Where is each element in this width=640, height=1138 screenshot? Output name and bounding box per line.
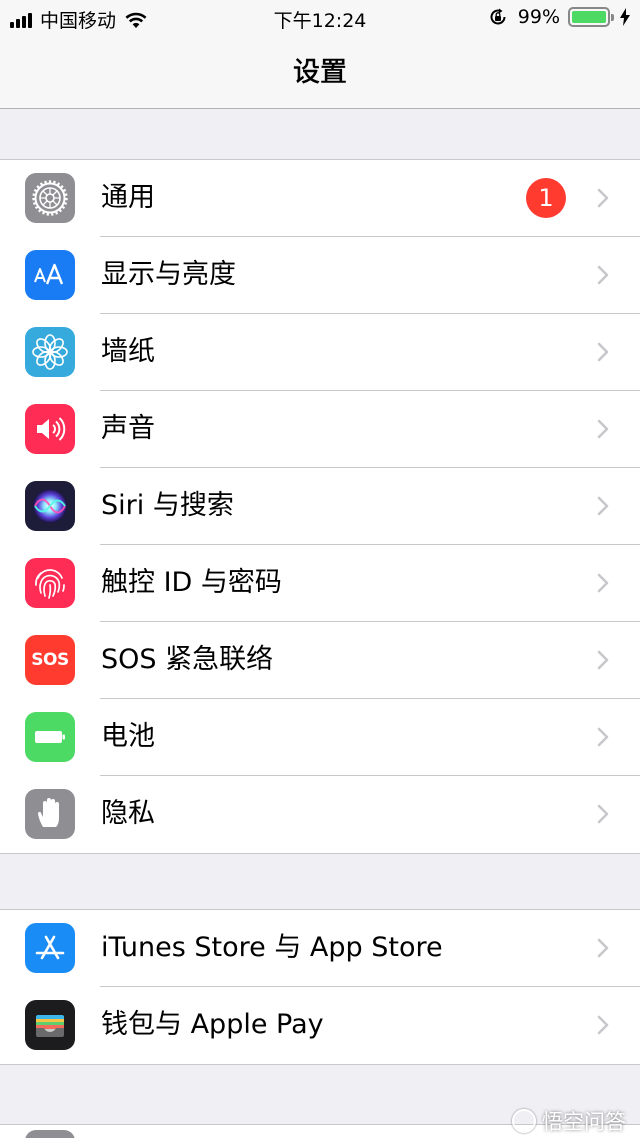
watermark-logo-icon xyxy=(512,1109,536,1133)
chevron-right-icon xyxy=(597,342,609,362)
chevron-right-icon xyxy=(597,938,609,958)
notification-badge: 1 xyxy=(526,178,566,218)
settings-group-stores: iTunes Store 与 App Store 钱包与 Apple Pay xyxy=(0,909,640,1065)
settings-row-wallet-apple-pay[interactable]: 钱包与 Apple Pay xyxy=(0,987,640,1064)
chevron-right-icon xyxy=(597,573,609,593)
sos-icon: SOS xyxy=(25,635,75,685)
watermark: 悟空问答 xyxy=(512,1106,626,1136)
chevron-right-icon xyxy=(597,496,609,516)
fingerprint-icon xyxy=(25,558,75,608)
battery-icon xyxy=(25,712,75,762)
settings-group-system: 通用 1 显示与亮度 墙纸 声音 Siri 与搜索 触控 ID 与密码 SOS … xyxy=(0,159,640,854)
row-label: 通用 xyxy=(101,182,155,213)
row-label: 隐私 xyxy=(101,798,155,829)
settings-row-sounds[interactable]: 声音 xyxy=(0,391,640,468)
wallet-icon xyxy=(25,1000,75,1050)
row-label: 电池 xyxy=(101,721,155,752)
flower-icon xyxy=(25,327,75,377)
settings-row-siri-search[interactable]: Siri 与搜索 xyxy=(0,468,640,545)
chevron-right-icon xyxy=(597,1015,609,1035)
row-label: 墙纸 xyxy=(101,336,155,367)
settings-row-itunes-app-store[interactable]: iTunes Store 与 App Store xyxy=(0,910,640,987)
settings-row-touch-id-passcode[interactable]: 触控 ID 与密码 xyxy=(0,545,640,622)
settings-row-display-brightness[interactable]: 显示与亮度 xyxy=(0,237,640,314)
row-label: 声音 xyxy=(101,413,155,444)
app-store-icon xyxy=(25,923,75,973)
row-label: 触控 ID 与密码 xyxy=(101,567,282,598)
row-label: iTunes Store 与 App Store xyxy=(101,932,443,963)
settings-row-privacy[interactable]: 隐私 xyxy=(0,776,640,853)
chevron-right-icon xyxy=(597,419,609,439)
chevron-right-icon xyxy=(597,804,609,824)
row-label: 显示与亮度 xyxy=(101,259,236,290)
settings-row-general[interactable]: 通用 1 xyxy=(0,160,640,237)
chevron-right-icon xyxy=(597,188,609,208)
battery-icon xyxy=(568,7,614,27)
chevron-right-icon xyxy=(597,727,609,747)
navigation-bar: 设置 xyxy=(0,36,640,109)
settings-row-emergency-sos[interactable]: SOS SOS 紧急联络 xyxy=(0,622,640,699)
battery-percent: 99% xyxy=(517,6,560,28)
siri-icon xyxy=(25,481,75,531)
row-label: SOS 紧急联络 xyxy=(101,644,274,675)
speaker-icon xyxy=(25,404,75,454)
charging-icon xyxy=(620,8,630,26)
row-label: Siri 与搜索 xyxy=(101,490,234,521)
settings-row-wallpaper[interactable]: 墙纸 xyxy=(0,314,640,391)
page-title: 设置 xyxy=(293,57,348,89)
partial-row-icon xyxy=(25,1130,75,1138)
watermark-text: 悟空问答 xyxy=(542,1110,626,1134)
chevron-right-icon xyxy=(597,650,609,670)
sos-icon-text: SOS xyxy=(31,650,69,670)
gear-icon xyxy=(25,173,75,223)
settings-row-battery[interactable]: 电池 xyxy=(0,699,640,776)
hand-icon xyxy=(25,789,75,839)
text-size-icon xyxy=(25,250,75,300)
orientation-lock-icon xyxy=(490,8,506,25)
status-bar: 中国移动 下午12:24 99% xyxy=(0,0,640,36)
chevron-right-icon xyxy=(597,265,609,285)
row-label: 钱包与 Apple Pay xyxy=(101,1009,324,1040)
